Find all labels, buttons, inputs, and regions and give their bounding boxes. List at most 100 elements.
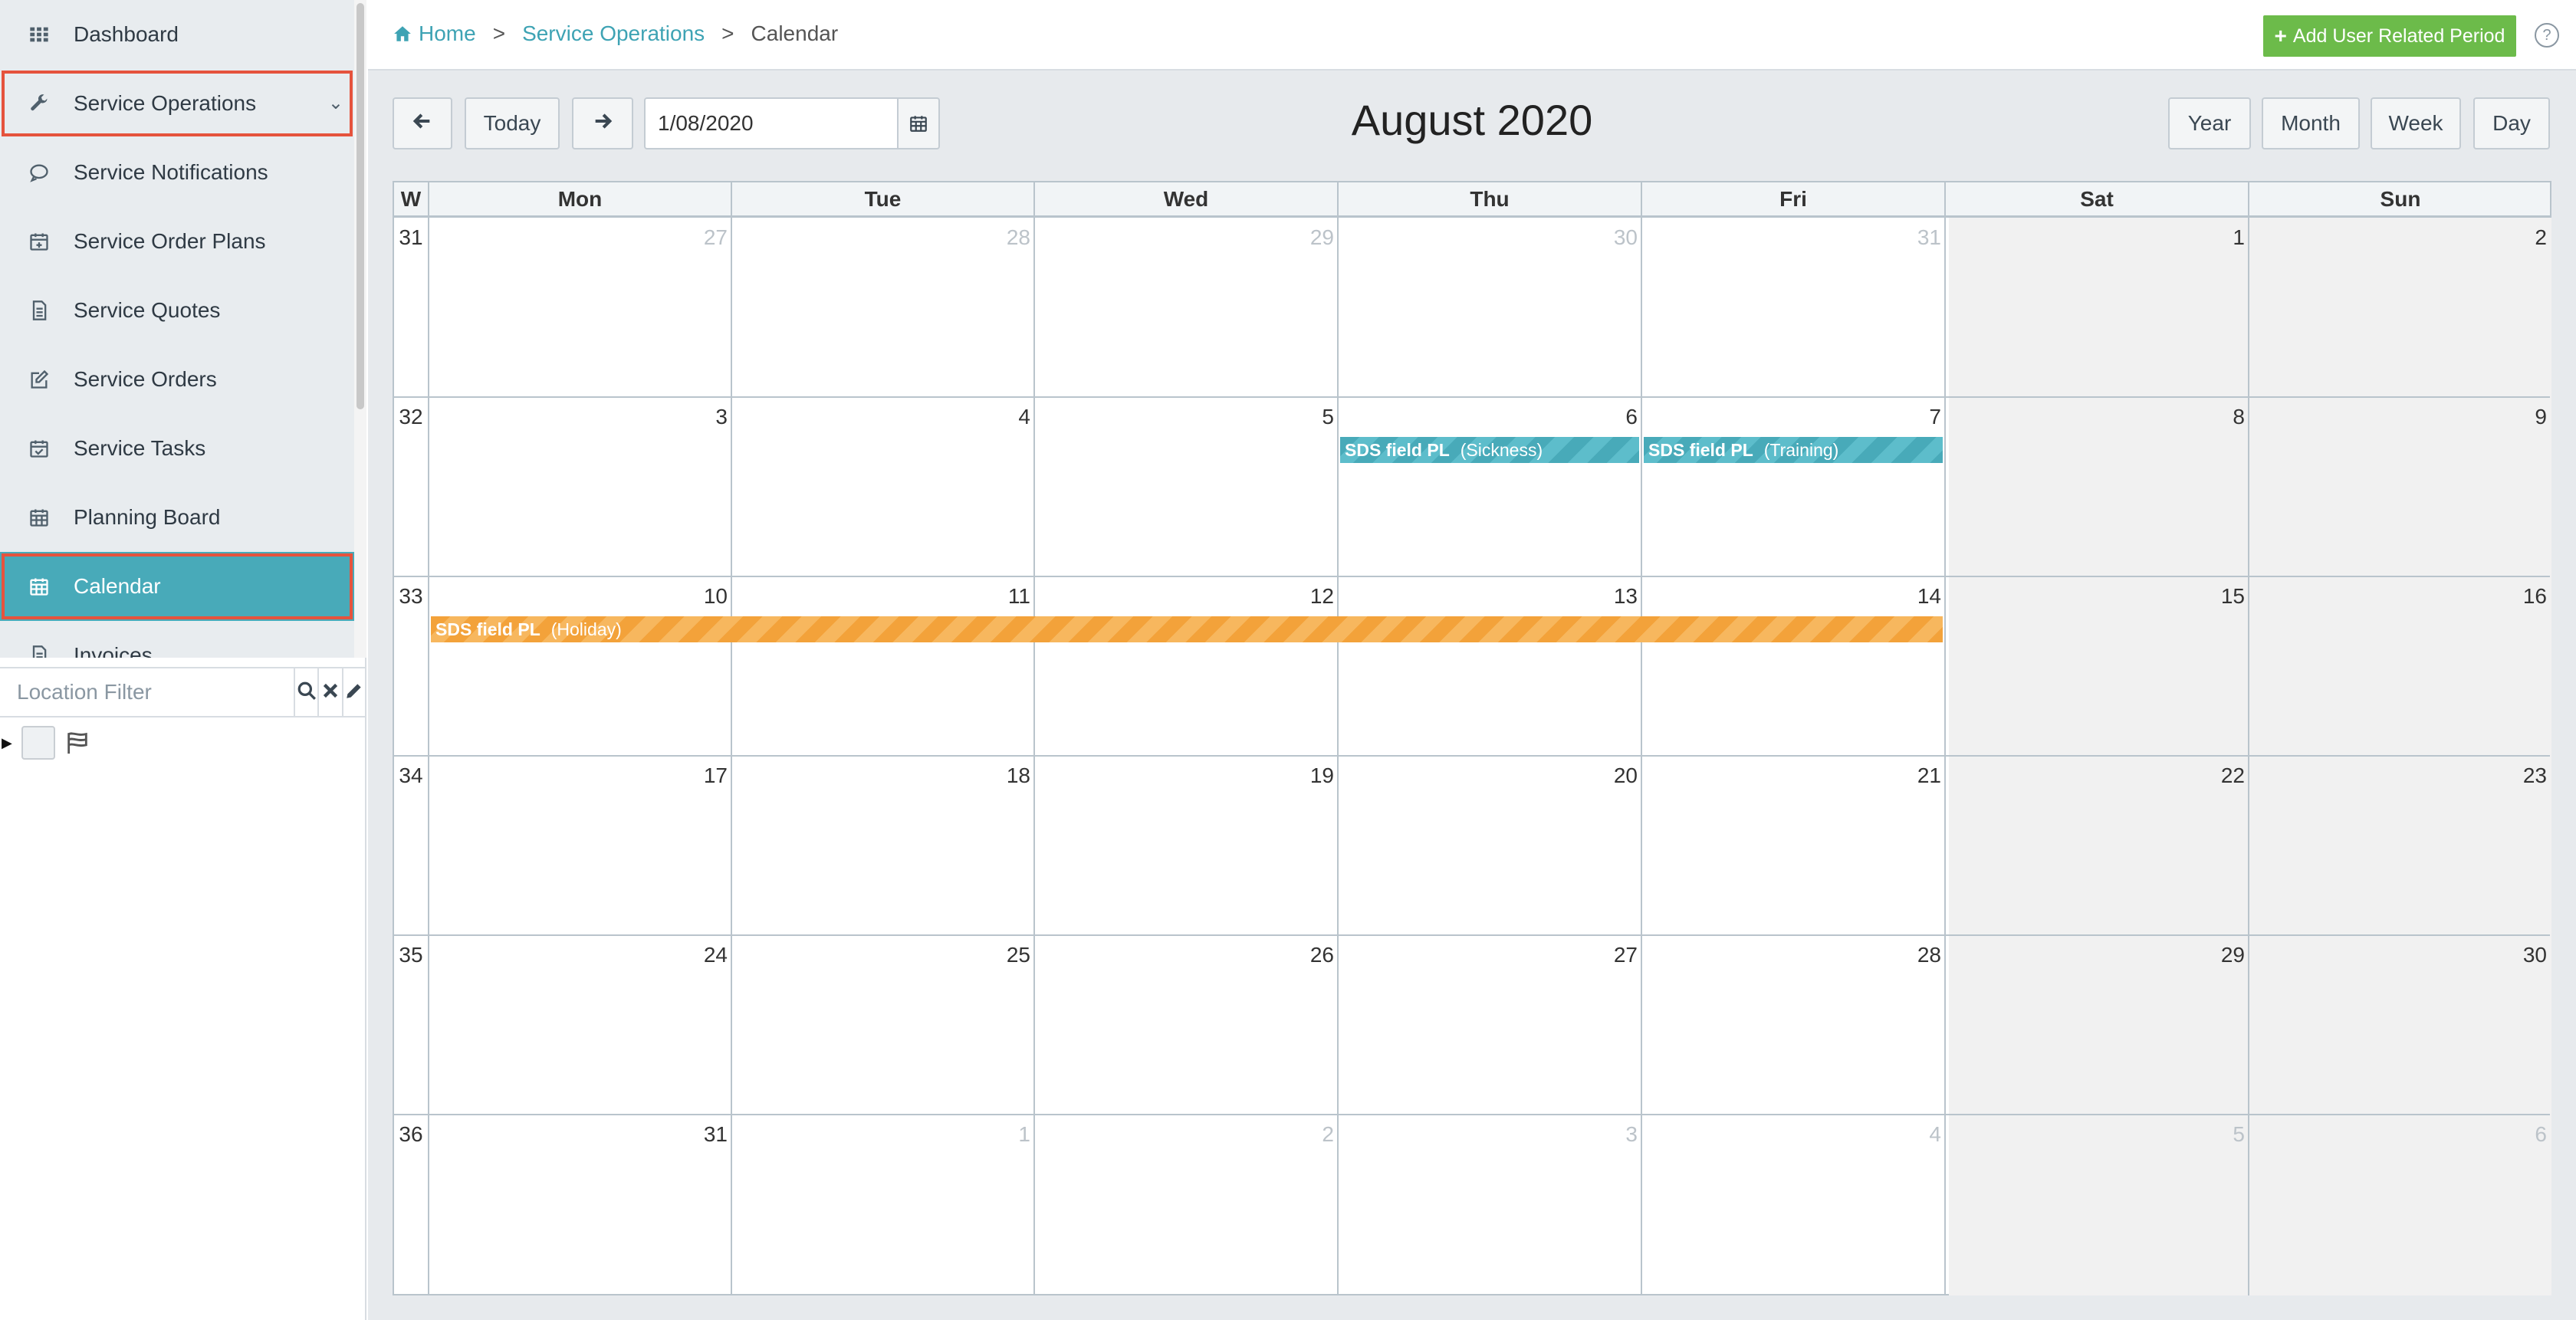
day-number[interactable]: 20 (1339, 763, 1638, 788)
day-number[interactable]: 31 (429, 1122, 728, 1147)
day-number[interactable]: 7 (1642, 405, 1941, 429)
breadcrumb-home[interactable]: Home (419, 21, 476, 46)
view-day-button[interactable]: Day (2473, 97, 2550, 149)
day-number[interactable]: 16 (2249, 584, 2547, 609)
calendar-check-icon (28, 437, 51, 460)
breadcrumb: Home > Service Operations > Calendar (393, 21, 838, 46)
edit-icon (28, 368, 51, 391)
day-number[interactable]: 5 (1035, 405, 1334, 429)
day-number[interactable]: 28 (732, 225, 1030, 250)
day-number[interactable]: 12 (1035, 584, 1334, 609)
location-filter-input[interactable] (0, 668, 295, 716)
help-icon[interactable]: ? (2535, 23, 2559, 48)
sidebar-item-service-operations[interactable]: Service Operations ⌄ (0, 69, 354, 138)
wrench-icon (28, 92, 51, 115)
pencil-icon (344, 681, 364, 704)
day-number[interactable]: 2 (2249, 225, 2547, 250)
breadcrumb-service-operations[interactable]: Service Operations (522, 21, 705, 46)
day-number[interactable]: 14 (1642, 584, 1941, 609)
day-number[interactable]: 4 (1642, 1122, 1941, 1147)
event-type: (Training) (1763, 439, 1839, 460)
document-icon (28, 299, 51, 322)
day-number[interactable]: 6 (1339, 405, 1638, 429)
search-icon (297, 681, 317, 704)
home-icon[interactable] (393, 24, 412, 44)
day-number[interactable]: 26 (1035, 943, 1334, 967)
sidebar-item-calendar[interactable]: Calendar (0, 552, 354, 621)
day-number[interactable]: 28 (1642, 943, 1941, 967)
sidebar-item-service-orders[interactable]: Service Orders (0, 345, 354, 414)
day-number[interactable]: 2 (1035, 1122, 1334, 1147)
day-number[interactable]: 31 (1642, 225, 1941, 250)
day-number[interactable]: 15 (1946, 584, 2245, 609)
day-number[interactable]: 9 (2249, 405, 2547, 429)
day-number[interactable]: 30 (2249, 943, 2547, 967)
document-icon (28, 644, 51, 658)
add-user-related-period-button[interactable]: + Add User Related Period (2263, 15, 2516, 57)
day-number[interactable]: 19 (1035, 763, 1334, 788)
calendar-event[interactable]: SDS field PL (Holiday) (431, 616, 1943, 642)
day-number[interactable]: 17 (429, 763, 728, 788)
day-number[interactable]: 30 (1339, 225, 1638, 250)
day-number[interactable]: 3 (429, 405, 728, 429)
sidebar-item-service-order-plans[interactable]: Service Order Plans (0, 207, 354, 276)
sidebar-item-label: Service Orders (74, 367, 217, 391)
day-number[interactable]: 3 (1339, 1122, 1638, 1147)
sidebar-item-label: Service Quotes (74, 298, 221, 322)
header-mon: Mon (429, 182, 732, 216)
day-number[interactable]: 24 (429, 943, 728, 967)
sidebar-scrollbar[interactable] (354, 0, 366, 658)
week-number: 36 (399, 1122, 423, 1146)
search-button[interactable] (295, 668, 320, 716)
location-filter (0, 667, 365, 717)
grid-row-line (394, 934, 2550, 936)
sidebar-item-dashboard[interactable]: Dashboard (0, 0, 354, 69)
day-number[interactable]: 6 (2249, 1122, 2547, 1147)
day-number[interactable]: 25 (732, 943, 1030, 967)
sidebar-item-invoices[interactable]: Invoices (0, 621, 354, 658)
calendar-event[interactable]: SDS field PL (Training) (1644, 437, 1943, 463)
sidebar-item-service-tasks[interactable]: Service Tasks (0, 414, 354, 483)
day-number[interactable]: 10 (429, 584, 728, 609)
day-number[interactable]: 29 (1946, 943, 2245, 967)
day-number[interactable]: 27 (429, 225, 728, 250)
day-number[interactable]: 23 (2249, 763, 2547, 788)
calendar-plus-icon (28, 230, 51, 253)
grid-row-line (394, 755, 2550, 757)
sidebar-item-service-quotes[interactable]: Service Quotes (0, 276, 354, 345)
view-week-button[interactable]: Week (2371, 97, 2461, 149)
view-year-button[interactable]: Year (2168, 97, 2251, 149)
tree-checkbox[interactable] (21, 726, 55, 760)
week-number: 35 (399, 943, 423, 967)
sidebar-item-label: Calendar (74, 574, 161, 598)
edit-filter-button[interactable] (343, 668, 365, 716)
day-number[interactable]: 27 (1339, 943, 1638, 967)
header-fri: Fri (1642, 182, 1946, 216)
chevron-down-icon[interactable]: ⌄ (328, 92, 343, 114)
expand-triangle-icon[interactable]: ▶ (0, 735, 17, 751)
event-name: SDS field PL (1345, 439, 1450, 460)
close-icon (320, 681, 340, 704)
sidebar-item-label: Invoices (74, 643, 153, 658)
header-sat: Sat (1946, 182, 2249, 216)
day-number[interactable]: 8 (1946, 405, 2245, 429)
view-month-button[interactable]: Month (2262, 97, 2360, 149)
event-type: (Sickness) (1460, 439, 1543, 460)
top-bar: Home > Service Operations > Calendar + A… (368, 0, 2576, 71)
clear-filter-button[interactable] (319, 668, 343, 716)
breadcrumb-separator: > (721, 21, 734, 45)
day-number[interactable]: 1 (732, 1122, 1030, 1147)
day-number[interactable]: 22 (1946, 763, 2245, 788)
sidebar-item-service-notifications[interactable]: Service Notifications (0, 138, 354, 207)
day-number[interactable]: 18 (732, 763, 1030, 788)
day-number[interactable]: 29 (1035, 225, 1334, 250)
day-number[interactable]: 11 (732, 584, 1030, 609)
day-number[interactable]: 4 (732, 405, 1030, 429)
day-number[interactable]: 5 (1946, 1122, 2245, 1147)
day-number[interactable]: 1 (1946, 225, 2245, 250)
day-number[interactable]: 21 (1642, 763, 1941, 788)
sidebar-item-planning-board[interactable]: Planning Board (0, 483, 354, 552)
day-number[interactable]: 13 (1339, 584, 1638, 609)
scrollbar-thumb[interactable] (356, 3, 364, 409)
calendar-event[interactable]: SDS field PL (Sickness) (1340, 437, 1639, 463)
